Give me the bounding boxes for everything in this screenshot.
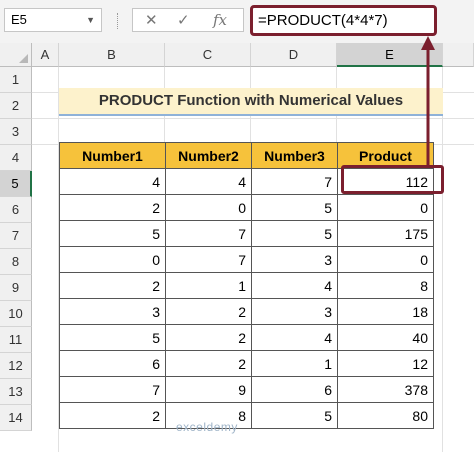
column-header-b[interactable]: B [59,43,165,67]
cell-b8[interactable]: 0 [59,246,166,273]
cell-b5[interactable]: 4 [59,168,166,195]
cell-c10[interactable]: 2 [165,298,252,325]
table-row: 5 2 4 40 [59,324,434,351]
data-table: Number1 Number2 Number3 Product 4 4 7 11… [59,142,434,429]
watermark-text: exceldemy [176,420,238,434]
cell-d10[interactable]: 3 [251,298,338,325]
formula-bar-buttons: ✕ ✓ fx [132,8,244,32]
table-row: 5 7 5 175 [59,220,434,247]
cell-b14[interactable]: 2 [59,402,166,429]
chevron-down-icon[interactable]: ▼ [86,9,95,31]
gridline [32,118,474,119]
column-header-a[interactable]: A [32,43,59,67]
cell-d5[interactable]: 7 [251,168,338,195]
watermark-logo: exceldemy [176,420,238,434]
cell-e10[interactable]: 18 [337,298,434,325]
cell-d14[interactable]: 5 [251,402,338,429]
header-number3[interactable]: Number3 [251,142,338,169]
name-box-value: E5 [11,12,27,27]
cell-c9[interactable]: 1 [165,272,252,299]
table-header-row: Number1 Number2 Number3 Product [59,142,434,169]
select-all-button[interactable] [0,43,32,67]
header-product[interactable]: Product [337,142,434,169]
cell-c11[interactable]: 2 [165,324,252,351]
cancel-icon[interactable]: ✕ [145,11,158,29]
cell-b7[interactable]: 5 [59,220,166,247]
cell-b11[interactable]: 5 [59,324,166,351]
row-header-8[interactable]: 8 [0,249,32,275]
cell-d7[interactable]: 5 [251,220,338,247]
cell-e14[interactable]: 80 [337,402,434,429]
formula-bar: E5 ▼ ✕ ✓ fx =PRODUCT(4*4*7) [0,0,474,44]
header-number1[interactable]: Number1 [59,142,166,169]
column-header-c[interactable]: C [165,43,251,67]
row-header-2[interactable]: 2 [0,93,32,119]
cell-b6[interactable]: 2 [59,194,166,221]
cell-d11[interactable]: 4 [251,324,338,351]
cell-c7[interactable]: 7 [165,220,252,247]
table-row: 2 0 5 0 [59,194,434,221]
cell-d8[interactable]: 3 [251,246,338,273]
table-row: 7 9 6 378 [59,376,434,403]
row-header-1[interactable]: 1 [0,67,32,93]
cell-d9[interactable]: 4 [251,272,338,299]
cell-e8[interactable]: 0 [337,246,434,273]
table-row: 3 2 3 18 [59,298,434,325]
table-row: 6 2 1 12 [59,350,434,377]
insert-function-icon[interactable]: fx [213,11,227,29]
cell-c6[interactable]: 0 [165,194,252,221]
row-header-4[interactable]: 4 [0,145,32,171]
row-header-3[interactable]: 3 [0,119,32,145]
cell-c13[interactable]: 9 [165,376,252,403]
table-row: 2 8 5 80 [59,402,434,429]
confirm-icon[interactable]: ✓ [177,11,190,29]
cell-c12[interactable]: 2 [165,350,252,377]
column-header-next[interactable] [443,43,474,67]
name-box[interactable]: E5 ▼ [4,8,102,32]
row-header-14[interactable]: 14 [0,405,32,431]
cell-b10[interactable]: 3 [59,298,166,325]
formula-bar-divider [117,13,122,29]
row-header-10[interactable]: 10 [0,301,32,327]
cell-e11[interactable]: 40 [337,324,434,351]
row-header-13[interactable]: 13 [0,379,32,405]
cell-c8[interactable]: 7 [165,246,252,273]
cell-e13[interactable]: 378 [337,376,434,403]
gridline [442,67,443,452]
table-row: 2 1 4 8 [59,272,434,299]
cell-b12[interactable]: 6 [59,350,166,377]
cell-e7[interactable]: 175 [337,220,434,247]
cell-d6[interactable]: 5 [251,194,338,221]
cell-d12[interactable]: 1 [251,350,338,377]
cell-b9[interactable]: 2 [59,272,166,299]
row-header-11[interactable]: 11 [0,327,32,353]
column-header-d[interactable]: D [251,43,337,67]
cell-e6[interactable]: 0 [337,194,434,221]
cell-c5[interactable]: 4 [165,168,252,195]
row-header-12[interactable]: 12 [0,353,32,379]
sheet-title[interactable]: PRODUCT Function with Numerical Values [59,88,443,116]
row-header-9[interactable]: 9 [0,275,32,301]
cell-d13[interactable]: 6 [251,376,338,403]
row-header-5[interactable]: 5 [0,171,32,197]
formula-input[interactable]: =PRODUCT(4*4*7) [250,5,437,36]
cell-b13[interactable]: 7 [59,376,166,403]
cell-e12[interactable]: 12 [337,350,434,377]
table-row: 0 7 3 0 [59,246,434,273]
table-row: 4 4 7 112 [59,168,434,195]
row-header-7[interactable]: 7 [0,223,32,249]
header-number2[interactable]: Number2 [165,142,252,169]
cell-e5[interactable]: 112 [337,168,434,195]
row-header-6[interactable]: 6 [0,197,32,223]
column-header-e[interactable]: E [337,43,443,67]
cell-e9[interactable]: 8 [337,272,434,299]
